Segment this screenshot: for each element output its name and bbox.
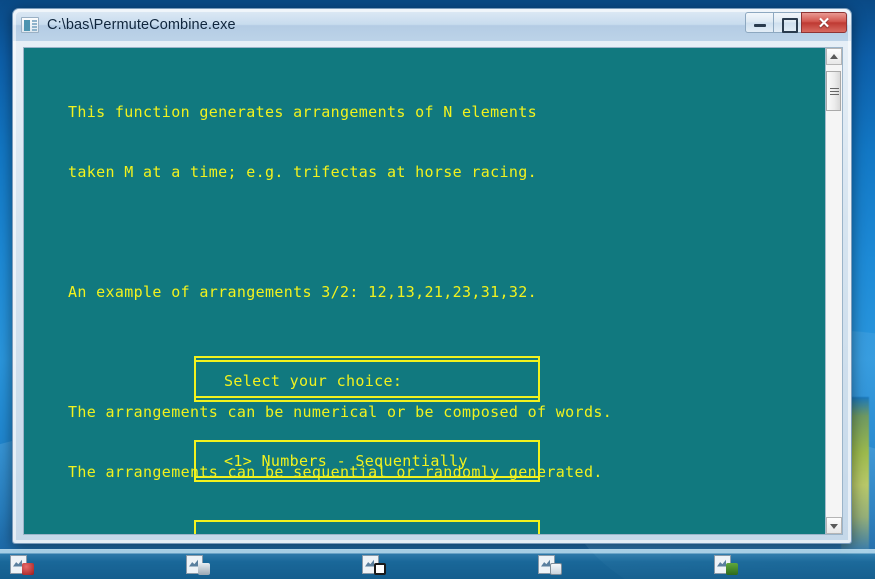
- console-line: This function generates arrangements of …: [68, 103, 538, 121]
- menu-item-numbers-sequentially[interactable]: <1> Numbers - Sequentially: [194, 440, 540, 482]
- grip-lines-icon: [830, 88, 839, 89]
- window-titlebar[interactable]: C:\bas\PermuteCombine.exe ✕: [13, 9, 851, 41]
- scroll-down-arrow-icon[interactable]: [826, 517, 842, 534]
- taskbar-overlay-icon: [198, 562, 210, 575]
- chevron-down-icon: [830, 523, 838, 529]
- taskbar-overlay-icon: [374, 562, 386, 575]
- console-output[interactable]: This function generates arrangements of …: [24, 48, 825, 534]
- chevron-up-icon: [830, 53, 838, 59]
- menu-header: Select your choice:: [194, 356, 540, 402]
- vertical-scrollbar[interactable]: [825, 48, 842, 534]
- desktop: C:\bas\PermuteCombine.exe ✕ This functio…: [0, 0, 875, 579]
- choice-menu: Select your choice: <1> Numbers - Sequen…: [194, 316, 540, 534]
- scrollbar-thumb[interactable]: [826, 71, 841, 111]
- console-line: taken M at a time; e.g. trifectas at hor…: [68, 163, 538, 181]
- minimize-button[interactable]: [745, 12, 774, 33]
- taskbar-item[interactable]: [714, 554, 738, 575]
- window-title: C:\bas\PermuteCombine.exe: [47, 17, 236, 33]
- taskbar-overlay-icon: [726, 562, 738, 575]
- taskbar-overlay-icon: [550, 562, 562, 575]
- scrollbar-track[interactable]: [826, 65, 842, 517]
- menu-item-numbers-randomly[interactable]: <2> Numbers - Randomly: [194, 520, 540, 534]
- console-window[interactable]: C:\bas\PermuteCombine.exe ✕ This functio…: [12, 8, 852, 544]
- console-line: An example of arrangements 3/2: 12,13,21…: [68, 283, 538, 301]
- maximize-button[interactable]: [773, 12, 802, 33]
- taskbar-item[interactable]: [10, 554, 34, 575]
- taskbar-item[interactable]: [362, 554, 386, 575]
- taskbar-overlay-icon: [22, 562, 34, 575]
- taskbar[interactable]: [0, 549, 875, 579]
- taskbar-item[interactable]: [186, 554, 210, 575]
- close-button[interactable]: ✕: [801, 12, 847, 33]
- scroll-up-arrow-icon[interactable]: [826, 48, 842, 65]
- console-app-icon: [21, 17, 39, 33]
- taskbar-item[interactable]: [538, 554, 562, 575]
- console-client-area: This function generates arrangements of …: [23, 47, 843, 535]
- window-controls: ✕: [745, 12, 847, 33]
